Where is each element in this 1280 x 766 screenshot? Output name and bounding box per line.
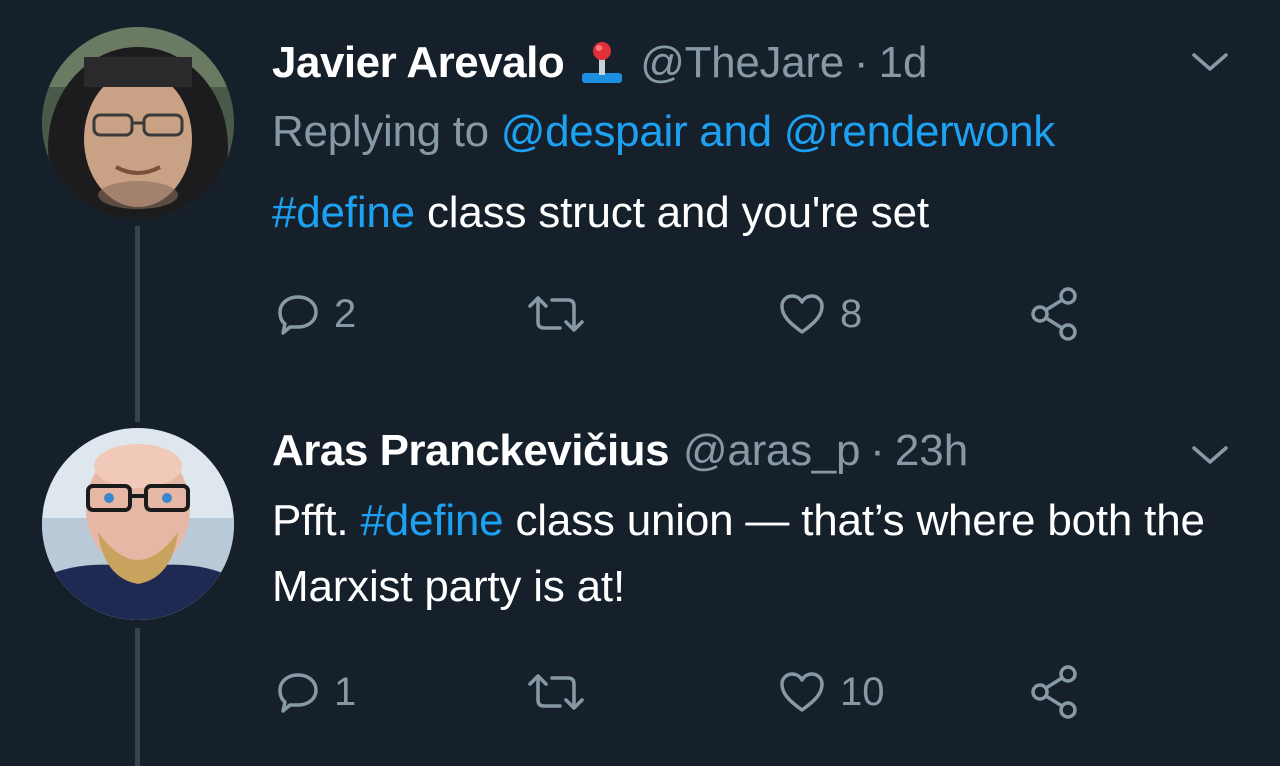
tweet-timestamp[interactable]: 1d: [879, 36, 928, 90]
retweet-button[interactable]: [526, 284, 600, 344]
joystick-icon: [578, 39, 626, 87]
author-name[interactable]: Aras Pranckevičius: [272, 424, 670, 478]
like-icon: [778, 670, 826, 714]
tweet[interactable]: Aras Pranckevičius @aras_p · 23h Pfft. #…: [0, 400, 1280, 766]
chevron-down-icon[interactable]: [1188, 47, 1232, 77]
tweet-header: Aras Pranckevičius @aras_p · 23h: [272, 424, 968, 478]
hashtag-link[interactable]: #define: [272, 188, 415, 237]
like-button[interactable]: 10: [778, 662, 885, 722]
tweet-timestamp[interactable]: 23h: [895, 424, 968, 478]
tweet[interactable]: Javier Arevalo @TheJare · 1d Replying to…: [0, 0, 1280, 422]
tweet-text: #define class struct and you're set: [272, 180, 1212, 246]
like-count: 10: [840, 669, 885, 714]
retweet-icon: [526, 670, 586, 714]
like-count: 8: [840, 291, 863, 336]
replying-prefix: Replying to: [272, 107, 501, 156]
reply-button[interactable]: 1: [276, 662, 356, 722]
reply-icon: [276, 670, 320, 714]
chevron-down-icon[interactable]: [1188, 440, 1232, 470]
tweet-header: Javier Arevalo @TheJare · 1d: [272, 36, 928, 90]
avatar[interactable]: [42, 428, 234, 620]
reply-icon: [276, 292, 320, 336]
tweet-text-prefix: Pfft.: [272, 496, 361, 545]
replying-joiner[interactable]: and: [699, 107, 783, 156]
tweet-actions: 2 8: [276, 284, 1096, 344]
tweet-text: Pfft. #define class union — that’s where…: [272, 488, 1212, 620]
author-handle[interactable]: @TheJare: [640, 36, 844, 90]
tweet-text-body: class struct and you're set: [414, 188, 929, 237]
like-button[interactable]: 8: [778, 284, 862, 344]
mention-link[interactable]: @renderwonk: [784, 107, 1056, 156]
share-icon: [1028, 286, 1084, 342]
hashtag-link[interactable]: #define: [360, 496, 503, 545]
author-name[interactable]: Javier Arevalo: [272, 36, 565, 90]
retweet-icon: [526, 292, 586, 336]
timeline: Javier Arevalo @TheJare · 1d Replying to…: [0, 0, 1280, 766]
share-button[interactable]: [1028, 662, 1084, 722]
header-separator: ·: [870, 426, 885, 475]
share-button[interactable]: [1028, 284, 1084, 344]
reply-count: 2: [334, 291, 357, 336]
avatar[interactable]: [42, 27, 234, 219]
thread-line: [135, 226, 140, 422]
replying-to: Replying to @despair and @renderwonk: [272, 104, 1055, 160]
reply-button[interactable]: 2: [276, 284, 356, 344]
like-icon: [778, 292, 826, 336]
reply-count: 1: [334, 669, 357, 714]
share-icon: [1028, 664, 1084, 720]
retweet-button[interactable]: [526, 662, 600, 722]
author-handle[interactable]: @aras_p: [683, 424, 860, 478]
mention-link[interactable]: @despair: [501, 107, 700, 156]
thread-line: [135, 628, 140, 766]
tweet-actions: 1 10: [276, 662, 1096, 722]
header-separator: ·: [853, 38, 869, 87]
